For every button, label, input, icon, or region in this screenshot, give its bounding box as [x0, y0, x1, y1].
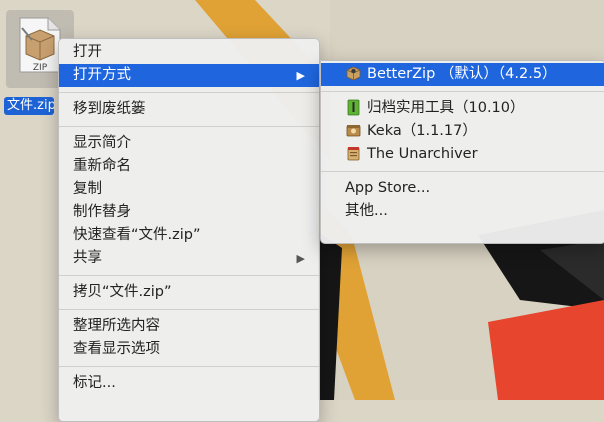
- menu-item-show-view-options[interactable]: 查看显示选项: [59, 338, 319, 361]
- submenu-item-label: 归档实用工具（10.10）: [367, 100, 525, 116]
- menu-item-open-with[interactable]: 打开方式 ▶: [59, 64, 319, 87]
- menu-item-label: 复制: [73, 181, 102, 197]
- context-menu: 打开 打开方式 ▶ 移到废纸篓 显示简介 重新命名 复制 制作替身 快速查看“文件…: [58, 38, 320, 422]
- menu-item-move-to-trash[interactable]: 移到废纸篓: [59, 98, 319, 121]
- menu-item-make-alias[interactable]: 制作替身: [59, 201, 319, 224]
- submenu-item-label: 其他...: [345, 203, 388, 219]
- menu-item-label: 快速查看“文件.zip”: [73, 227, 201, 243]
- menu-item-get-info[interactable]: 显示简介: [59, 132, 319, 155]
- menu-item-tags[interactable]: 标记...: [59, 372, 319, 395]
- file-name-label[interactable]: 文件.zip: [4, 97, 54, 115]
- keka-icon: [346, 124, 361, 136]
- submenu-item-other[interactable]: 其他...: [321, 200, 604, 223]
- menu-separator: [59, 275, 319, 276]
- menu-item-label: 共享: [73, 250, 102, 266]
- menu-item-label: 制作替身: [73, 204, 131, 220]
- submenu-item-the-unarchiver[interactable]: The Unarchiver: [321, 143, 604, 166]
- submenu-item-keka[interactable]: Keka（1.1.17）: [321, 120, 604, 143]
- submenu-arrow-icon: ▶: [296, 252, 305, 265]
- submenu-item-betterzip[interactable]: BetterZip （默认）（4.2.5）: [321, 63, 604, 86]
- submenu-arrow-icon: ▶: [296, 69, 305, 82]
- menu-separator: [321, 91, 604, 92]
- open-with-submenu: BetterZip （默认）（4.2.5） 归档实用工具（10.10） Keka…: [320, 60, 604, 244]
- zip-icon-text: ZIP: [33, 63, 48, 73]
- zip-document-icon: ZIP: [19, 17, 61, 73]
- menu-item-clean-up-selection[interactable]: 整理所选内容: [59, 315, 319, 338]
- archive-utility-icon: [347, 99, 360, 115]
- menu-item-label: 显示简介: [73, 135, 131, 151]
- menu-item-label: 移到废纸篓: [73, 101, 146, 117]
- submenu-item-archive-utility[interactable]: 归档实用工具（10.10）: [321, 97, 604, 120]
- menu-item-copy[interactable]: 拷贝“文件.zip”: [59, 281, 319, 304]
- submenu-item-app-store[interactable]: App Store...: [321, 177, 604, 200]
- menu-item-label: 标记...: [73, 375, 116, 391]
- menu-item-label: 打开: [73, 44, 102, 60]
- menu-item-label: 查看显示选项: [73, 341, 160, 357]
- submenu-item-label: BetterZip （默认）（4.2.5）: [367, 66, 557, 82]
- menu-separator: [59, 92, 319, 93]
- menu-item-label: 打开方式: [73, 67, 131, 83]
- unarchiver-icon: [347, 146, 360, 160]
- menu-item-rename[interactable]: 重新命名: [59, 155, 319, 178]
- menu-separator: [59, 366, 319, 367]
- betterzip-icon: [346, 66, 361, 80]
- menu-item-open[interactable]: 打开: [59, 41, 319, 64]
- menu-item-quick-look[interactable]: 快速查看“文件.zip”: [59, 224, 319, 247]
- menu-item-label: 重新命名: [73, 158, 131, 174]
- menu-separator: [321, 171, 604, 172]
- menu-separator: [59, 309, 319, 310]
- submenu-item-label: App Store...: [345, 180, 431, 196]
- submenu-item-label: The Unarchiver: [367, 146, 478, 162]
- menu-item-label: 拷贝“文件.zip”: [73, 284, 172, 300]
- menu-item-label: 整理所选内容: [73, 318, 160, 334]
- menu-item-share[interactable]: 共享 ▶: [59, 247, 319, 270]
- menu-item-duplicate[interactable]: 复制: [59, 178, 319, 201]
- menu-separator: [59, 126, 319, 127]
- submenu-item-label: Keka（1.1.17）: [367, 123, 477, 139]
